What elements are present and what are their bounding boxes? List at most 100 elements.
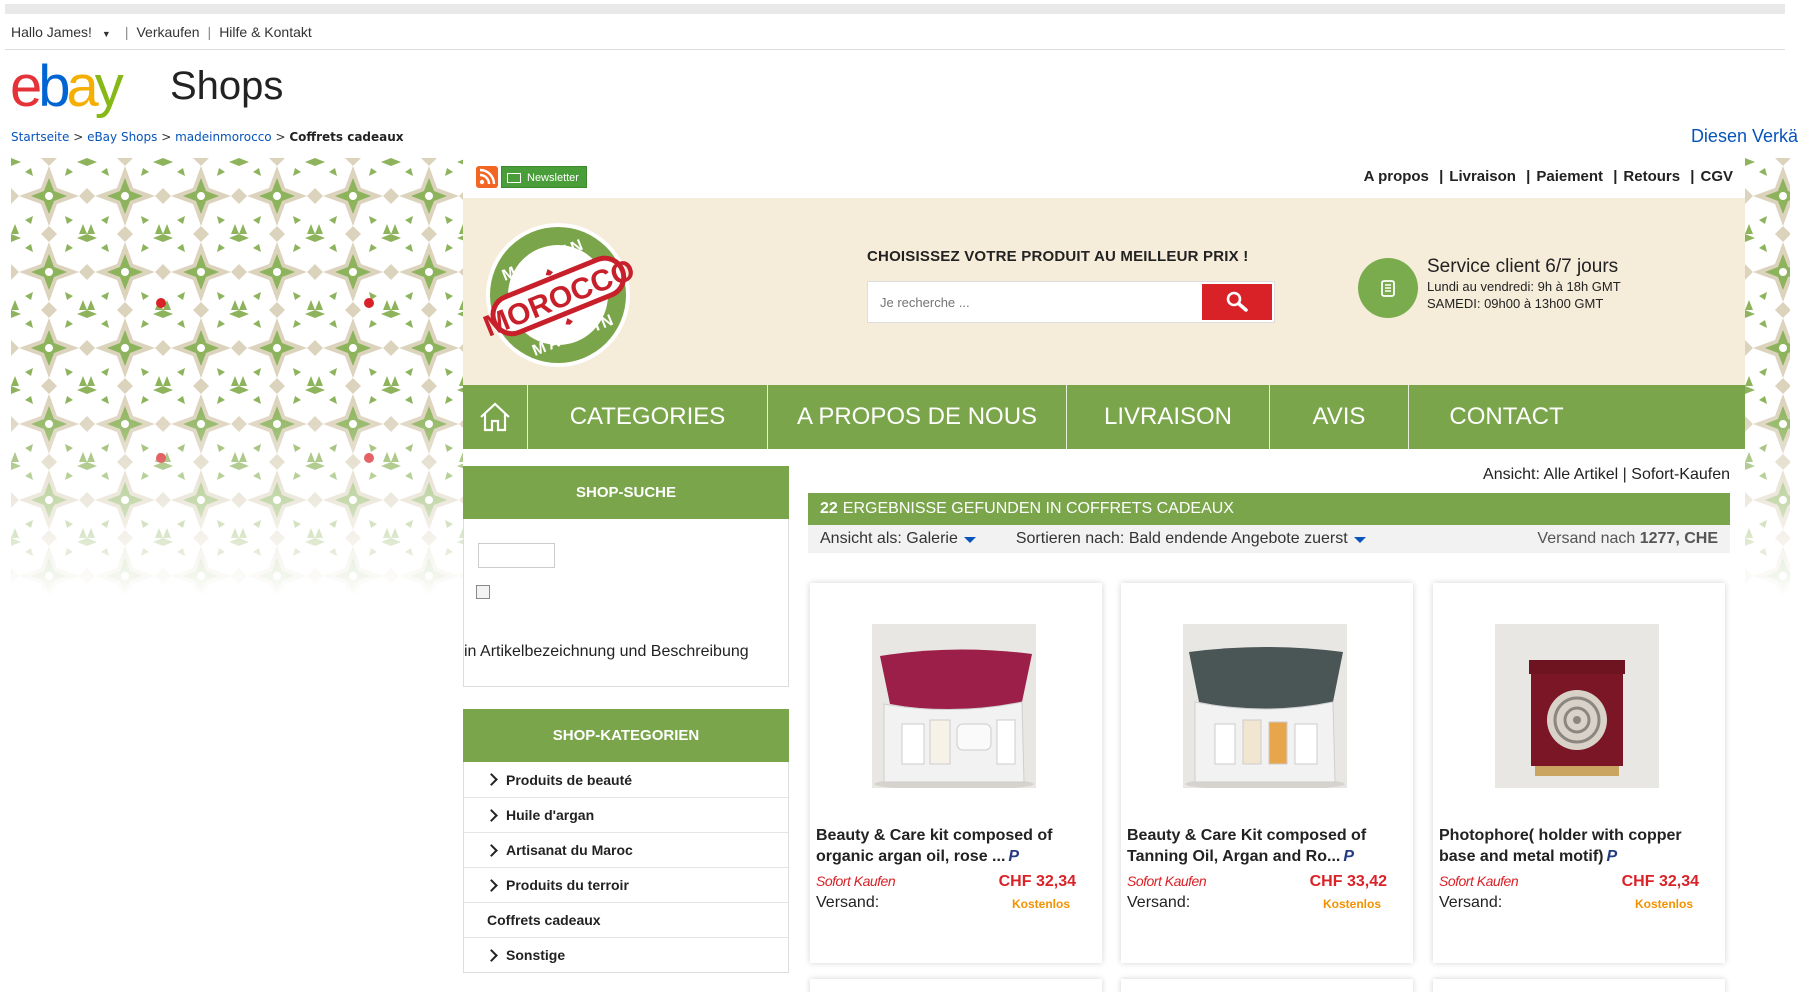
logo-letter: a: [66, 54, 99, 119]
product-title[interactable]: Photophore( holder with copper base and …: [1439, 825, 1719, 867]
help-contact-link[interactable]: Hilfe & Kontakt: [213, 24, 318, 40]
product-title[interactable]: Beauty & Care kit composed of organic ar…: [816, 825, 1096, 867]
results-count: 22: [820, 500, 838, 517]
buy-now-badge: Sofort Kaufen: [1439, 873, 1519, 889]
divider: |: [124, 23, 129, 40]
view-as-label: Ansicht als:: [820, 530, 902, 547]
sell-link[interactable]: Verkaufen: [130, 24, 205, 40]
link-paiement[interactable]: Paiement: [1536, 168, 1603, 185]
chevron-right-icon: [485, 843, 498, 857]
category-crafts[interactable]: Artisanat du Maroc: [464, 832, 788, 867]
view-filter: Ansicht: Alle Artikel | Sofort-Kaufen: [1483, 466, 1730, 483]
top-strip: [5, 4, 1785, 14]
category-argan-oil[interactable]: Huile d'argan: [464, 797, 788, 832]
link-livraison[interactable]: Livraison: [1449, 168, 1516, 185]
search-description-label: in Artikelbezeichnung und Beschreibung: [464, 643, 749, 660]
product-price: CHF 32,34: [1621, 873, 1699, 890]
dropdown-arrow-icon: [963, 537, 976, 543]
product-card[interactable]: Photophore( holder with copper base and …: [1433, 583, 1725, 963]
product-card[interactable]: Beauty & Care kit composed of organic ar…: [810, 583, 1102, 963]
envelope-icon: [507, 173, 521, 183]
shipping-label: Versand:: [1127, 894, 1191, 911]
view-label: Ansicht:: [1483, 466, 1540, 483]
newsletter-button[interactable]: Newsletter: [501, 166, 587, 188]
caret-down-icon: ▼: [101, 28, 111, 39]
store-nav: CATEGORIES A PROPOS DE NOUS LIVRAISON AV…: [463, 385, 1745, 449]
product-card[interactable]: Beauty & Care Kit composed of Tanning Oi…: [1121, 583, 1413, 963]
store-header: MADE IN MOROCCO MADE IN CHOISISSEZ VOTRE…: [463, 198, 1745, 385]
nav-contact[interactable]: CONTACT: [1409, 385, 1604, 449]
product-title-text: Photophore( holder with copper base and …: [1439, 827, 1682, 865]
paypal-icon: P: [1008, 848, 1020, 865]
buy-now-badge: Sofort Kaufen: [816, 873, 896, 889]
shipping-cost: Kostenlos: [1634, 897, 1693, 911]
store-utility-bar: Newsletter A propos | Livraison | Paiement…: [463, 158, 1745, 198]
rss-icon[interactable]: [476, 166, 498, 188]
link-cgv[interactable]: CGV: [1700, 168, 1733, 185]
product-image[interactable]: [1495, 624, 1659, 788]
product-title[interactable]: Beauty & Care Kit composed of Tanning Oi…: [1127, 825, 1407, 867]
view-all-items-link[interactable]: Alle Artikel: [1544, 466, 1619, 483]
nav-about-us[interactable]: A PROPOS DE NOUS: [768, 385, 1067, 449]
ship-to-label: Versand nach: [1537, 530, 1636, 547]
product-card-next-row[interactable]: [1121, 979, 1413, 992]
ebay-logo[interactable]: ebay: [10, 58, 124, 116]
sort-dropdown[interactable]: Bald endende Angebote zuerst: [1129, 530, 1372, 548]
store-sidebar: SHOP-SUCHE in Artikelbezeichnung und Bes…: [463, 466, 789, 973]
service-hours-weekday: Lundi au vendredi: 9h à 18h GMT: [1427, 279, 1621, 294]
home-nav-button[interactable]: [463, 385, 528, 449]
nav-categories[interactable]: CATEGORIES: [528, 385, 768, 449]
divider: |: [1526, 168, 1531, 185]
store-page: Newsletter A propos | Livraison | Paiement…: [463, 158, 1745, 992]
link-a-propos[interactable]: A propos: [1364, 168, 1429, 185]
made-in-morocco-logo[interactable]: MADE IN MOROCCO MADE IN: [479, 220, 640, 370]
shop-categories-heading: SHOP-KATEGORIEN: [463, 709, 789, 762]
shipping-label: Versand:: [1439, 894, 1503, 911]
search-icon: [1226, 291, 1248, 312]
link-retours[interactable]: Retours: [1623, 168, 1680, 185]
category-other[interactable]: Sonstige: [464, 937, 788, 972]
category-label: Produits de beauté: [506, 771, 633, 788]
breadcrumb-home[interactable]: Startseite: [11, 130, 69, 144]
product-image[interactable]: [872, 624, 1036, 788]
chevron-right-icon: [485, 878, 498, 892]
category-label: Produits du terroir: [506, 877, 629, 893]
category-beauty[interactable]: Produits de beauté: [464, 762, 788, 797]
nav-reviews[interactable]: AVIS: [1270, 385, 1409, 449]
product-price: CHF 33,42: [1309, 873, 1387, 890]
buy-now-badge: Sofort Kaufen: [1127, 873, 1207, 889]
shop-search-input[interactable]: [478, 543, 555, 568]
user-greeting-menu[interactable]: Hallo James! ▼: [5, 24, 123, 40]
store-search: [867, 281, 1275, 323]
store-tagline: CHOISISSEZ VOTRE PRODUIT AU MEILLEUR PRI…: [867, 248, 1249, 265]
product-image[interactable]: [1183, 624, 1347, 788]
logo-letter: y: [94, 54, 124, 119]
global-header: Hallo James! ▼ | Verkaufen | Hilfe & Kont…: [5, 14, 1785, 50]
shop-search-heading: SHOP-SUCHE: [463, 466, 789, 519]
decorative-pattern: [11, 158, 463, 598]
view-as-dropdown[interactable]: Galerie: [906, 530, 982, 548]
breadcrumb-current: Coffrets cadeaux: [289, 130, 404, 144]
category-label: Coffrets cadeaux: [487, 912, 601, 928]
category-gift-boxes[interactable]: Coffrets cadeaux: [464, 902, 788, 937]
divider: |: [207, 23, 212, 40]
category-list: Produits de beauté Huile d'argan Artisan…: [463, 762, 789, 973]
store-search-input[interactable]: [868, 282, 1204, 322]
search-description-checkbox[interactable]: [476, 585, 490, 599]
sort-value: Bald endende Angebote zuerst: [1128, 530, 1348, 547]
nav-shipping[interactable]: LIVRAISON: [1067, 385, 1270, 449]
results-text: ERGEBNISSE GEFUNDEN IN COFFRETS CADEAUX: [842, 500, 1234, 517]
store-search-button[interactable]: [1202, 284, 1272, 320]
shops-title: Shops: [170, 64, 284, 108]
product-card-next-row[interactable]: [810, 979, 1102, 992]
sort-label: Sortieren nach:: [1015, 530, 1125, 547]
category-local-products[interactable]: Produits du terroir: [464, 867, 788, 902]
breadcrumb-ebay-shops[interactable]: eBay Shops: [87, 130, 157, 144]
service-hours-saturday: SAMEDI: 09h00 à 13h00 GMT: [1427, 296, 1604, 311]
breadcrumb-store[interactable]: madeinmorocco: [175, 130, 272, 144]
view-buy-now-link[interactable]: Sofort-Kaufen: [1631, 466, 1730, 483]
seller-link[interactable]: Diesen Verkä: [1691, 126, 1798, 147]
logo-letter: e: [10, 54, 42, 119]
product-card-next-row[interactable]: [1433, 979, 1725, 992]
ship-to-location[interactable]: Versand nach 1277, CHE: [1537, 530, 1718, 548]
